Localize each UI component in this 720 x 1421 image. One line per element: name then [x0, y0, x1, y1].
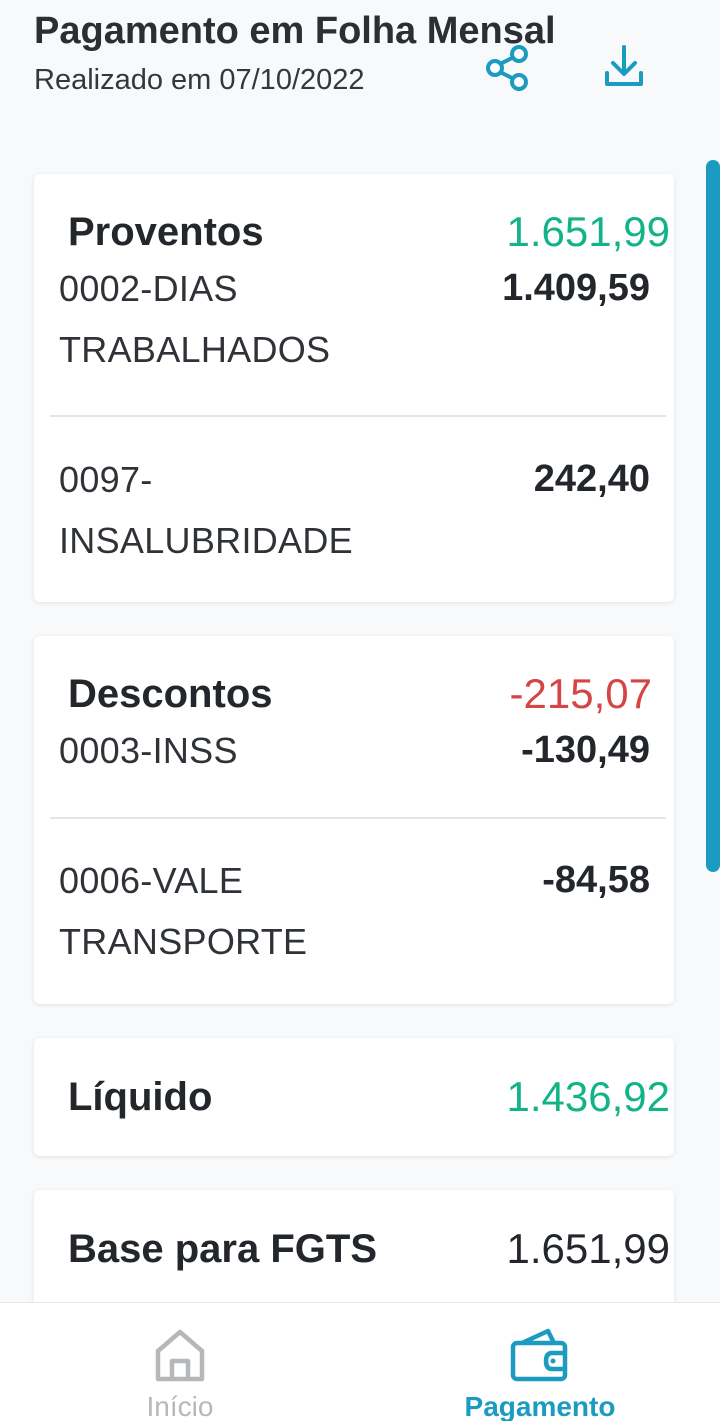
proventos-card: Proventos 1.651,99 0002-DIAS TRABALHADOS…: [34, 174, 674, 602]
divider: [50, 817, 666, 819]
fgts-value: 1.651,99: [506, 1225, 671, 1272]
download-button[interactable]: [596, 38, 652, 94]
proventos-item-label: 0002-DIAS TRABALHADOS: [59, 268, 331, 370]
nav-label-inicio: Início: [146, 1391, 214, 1421]
descontos-card: Descontos -215,07 0003-INSS -130,49 0006…: [34, 636, 674, 1004]
descontos-title: Descontos: [68, 672, 273, 716]
wallet-icon: [510, 1328, 568, 1382]
liquido-title: Líquido: [68, 1075, 213, 1119]
payment-date: Realizado em 07/10/2022: [34, 64, 365, 96]
nav-item-pagamento[interactable]: Pagamento: [360, 1303, 720, 1421]
page-title: Pagamento em Folha Mensal: [34, 10, 556, 52]
proventos-item-label: 0097-INSALUBRIDADE: [59, 459, 353, 561]
nav-item-inicio[interactable]: Início: [0, 1303, 360, 1421]
proventos-item-value: 1.409,59: [502, 267, 650, 309]
proventos-title: Proventos: [68, 210, 264, 254]
descontos-item-value: -84,58: [542, 859, 650, 901]
home-icon: [155, 1329, 205, 1382]
share-icon: [486, 45, 528, 91]
descontos-total: -215,07: [509, 670, 652, 717]
descontos-item-label: 0006-VALE TRANSPORTE: [59, 860, 308, 962]
fgts-title: Base para FGTS: [68, 1227, 378, 1271]
proventos-total: 1.651,99: [506, 208, 671, 255]
liquido-value: 1.436,92: [506, 1073, 671, 1120]
download-icon: [605, 45, 643, 86]
page-header: Pagamento em Folha Mensal Realizado em 0…: [0, 0, 720, 140]
nav-label-pagamento: Pagamento: [464, 1391, 616, 1421]
divider: [50, 415, 666, 417]
descontos-item-label: 0003-INSS: [59, 730, 238, 771]
bottom-navigation: Início Pagamento: [0, 1302, 720, 1421]
liquido-card: Líquido 1.436,92: [34, 1038, 674, 1156]
share-button[interactable]: [480, 40, 536, 96]
scrollbar[interactable]: [706, 160, 720, 872]
proventos-item-value: 242,40: [533, 458, 650, 500]
descontos-item-value: -130,49: [521, 729, 650, 771]
